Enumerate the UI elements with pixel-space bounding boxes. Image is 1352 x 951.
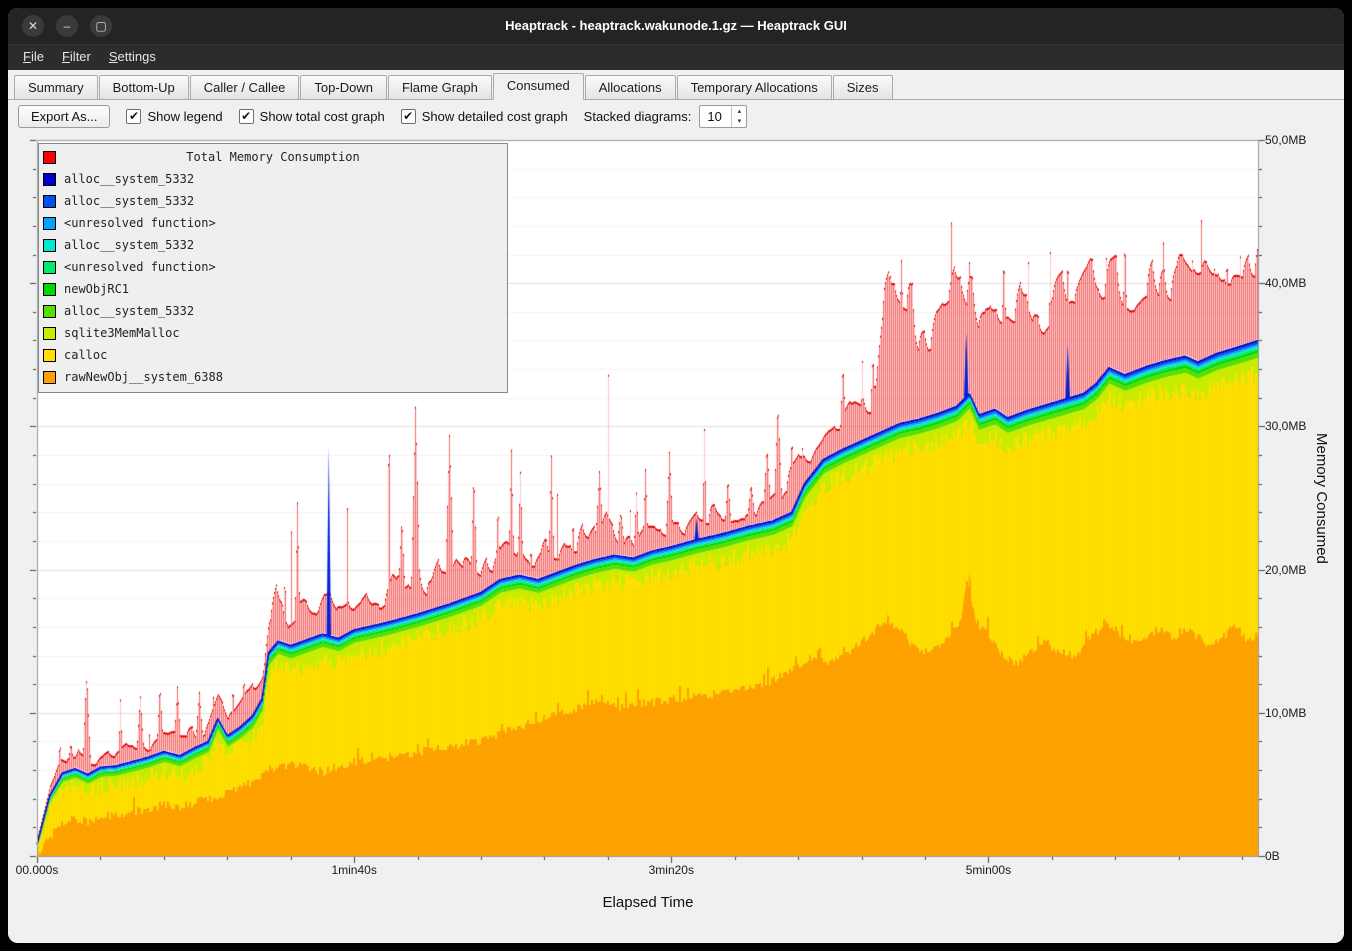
toolbar-checkboxes: ✔ Show legend ✔ Show total cost graph ✔ Show … <box>126 109 567 124</box>
tab-consumed[interactable]: Consumed <box>493 73 584 100</box>
tab-allocations[interactable]: Allocations <box>585 75 676 99</box>
legend-swatch <box>43 305 56 318</box>
close-button-icon[interactable]: ✕ <box>22 15 44 37</box>
y-tick-label: 50,0MB <box>1265 133 1306 147</box>
tab-temporary-allocations[interactable]: Temporary Allocations <box>677 75 832 99</box>
legend-label: alloc__system_5332 <box>64 238 194 252</box>
legend-swatch <box>43 261 56 274</box>
maximize-button-icon[interactable]: ▢ <box>90 15 112 37</box>
screen: ✕–▢ Heaptrack - heaptrack.wakunode.1.gz … <box>0 0 1352 951</box>
stacked-diagrams-value: 10 <box>700 106 731 127</box>
x-axis-title: Elapsed Time <box>548 894 748 911</box>
legend-swatch <box>43 239 56 252</box>
legend-item: alloc__system_5332 <box>39 190 507 212</box>
legend-item: newObjRC1 <box>39 278 507 300</box>
legend-item: rawNewObj__system_6388 <box>39 366 507 388</box>
legend-swatch <box>43 195 56 208</box>
checkbox-icon[interactable]: ✔ <box>239 109 254 124</box>
tab-summary[interactable]: Summary <box>14 75 98 99</box>
legend-label: alloc__system_5332 <box>64 194 194 208</box>
tab-flame-graph[interactable]: Flame Graph <box>388 75 492 99</box>
menu-settings[interactable]: Settings <box>100 45 165 70</box>
stacked-diagrams-label: Stacked diagrams: <box>584 109 692 124</box>
spinner-arrows: ▴ ▾ <box>731 106 746 127</box>
legend-item: <unresolved function> <box>39 212 507 234</box>
legend-swatch <box>43 173 56 186</box>
x-tick-label: 5min00s <box>966 863 1011 877</box>
checkbox-icon[interactable]: ✔ <box>126 109 141 124</box>
legend-label: <unresolved function> <box>64 216 216 230</box>
y-tick-label: 20,0MB <box>1265 563 1306 577</box>
tab-top-down[interactable]: Top-Down <box>300 75 387 99</box>
y-tick-label: 40,0MB <box>1265 276 1306 290</box>
tab-sizes[interactable]: Sizes <box>833 75 893 99</box>
legend-item: alloc__system_5332 <box>39 168 507 190</box>
legend-label: newObjRC1 <box>64 282 129 296</box>
app-window: ✕–▢ Heaptrack - heaptrack.wakunode.1.gz … <box>8 8 1344 943</box>
tab-caller-callee[interactable]: Caller / Callee <box>190 75 300 99</box>
stacked-diagrams-spinbox[interactable]: 10 ▴ ▾ <box>699 105 747 128</box>
checkbox-show-legend[interactable]: ✔ Show legend <box>126 109 222 124</box>
title-bar[interactable]: ✕–▢ Heaptrack - heaptrack.wakunode.1.gz … <box>8 8 1344 44</box>
legend-swatch <box>43 371 56 384</box>
window-controls: ✕–▢ <box>22 15 112 37</box>
window-title: Heaptrack - heaptrack.wakunode.1.gz — He… <box>8 8 1344 44</box>
legend-label: alloc__system_5332 <box>64 304 194 318</box>
legend-title-row: Total Memory Consumption <box>39 146 507 168</box>
menu-filter[interactable]: Filter <box>53 45 100 70</box>
legend-swatch <box>43 327 56 340</box>
spin-down-icon[interactable]: ▾ <box>732 116 746 127</box>
chart-legend: Total Memory Consumption alloc__system_53… <box>38 143 508 393</box>
legend-item: alloc__system_5332 <box>39 300 507 322</box>
legend-item: <unresolved function> <box>39 256 507 278</box>
legend-swatch <box>43 283 56 296</box>
checkbox-label: Show total cost graph <box>260 109 385 124</box>
x-tick-label: 1min40s <box>331 863 376 877</box>
chart-region: Total Memory Consumption alloc__system_53… <box>8 132 1344 943</box>
x-tick-label: 3min20s <box>649 863 694 877</box>
export-as-button[interactable]: Export As... <box>18 105 110 128</box>
tab-bar: SummaryBottom-UpCaller / CalleeTop-DownF… <box>8 70 1344 100</box>
legend-label: rawNewObj__system_6388 <box>64 370 223 384</box>
tab-bottom-up[interactable]: Bottom-Up <box>99 75 189 99</box>
checkbox-icon[interactable]: ✔ <box>401 109 416 124</box>
spin-up-icon[interactable]: ▴ <box>732 106 746 117</box>
legend-label: calloc <box>64 348 107 362</box>
legend-item: sqlite3MemMalloc <box>39 322 507 344</box>
legend-label: sqlite3MemMalloc <box>64 326 180 340</box>
legend-label: alloc__system_5332 <box>64 172 194 186</box>
legend-item: calloc <box>39 344 507 366</box>
legend-label: <unresolved function> <box>64 260 216 274</box>
y-axis-title: Memory Consumed <box>1313 140 1330 856</box>
legend-title: Total Memory Consumption <box>39 150 507 164</box>
checkbox-label: Show legend <box>147 109 222 124</box>
checkbox-show-detailed-cost-graph[interactable]: ✔ Show detailed cost graph <box>401 109 568 124</box>
y-tick-label: 30,0MB <box>1265 419 1306 433</box>
menu-bar: FileFilterSettings <box>8 44 1344 70</box>
minimize-button-icon[interactable]: – <box>56 15 78 37</box>
legend-swatch <box>43 349 56 362</box>
x-tick-label: 00.000s <box>16 863 59 877</box>
legend-swatch <box>43 217 56 230</box>
checkbox-label: Show detailed cost graph <box>422 109 568 124</box>
y-tick-label: 0B <box>1265 849 1280 863</box>
menu-file[interactable]: File <box>14 45 53 70</box>
checkbox-show-total-cost-graph[interactable]: ✔ Show total cost graph <box>239 109 385 124</box>
legend-item: alloc__system_5332 <box>39 234 507 256</box>
stacked-diagrams-group: Stacked diagrams: 10 ▴ ▾ <box>584 105 748 128</box>
content: SummaryBottom-UpCaller / CalleeTop-DownF… <box>8 70 1344 943</box>
y-tick-label: 10,0MB <box>1265 706 1306 720</box>
toolbar: Export As... ✔ Show legend ✔ Show total cos… <box>8 100 1344 132</box>
